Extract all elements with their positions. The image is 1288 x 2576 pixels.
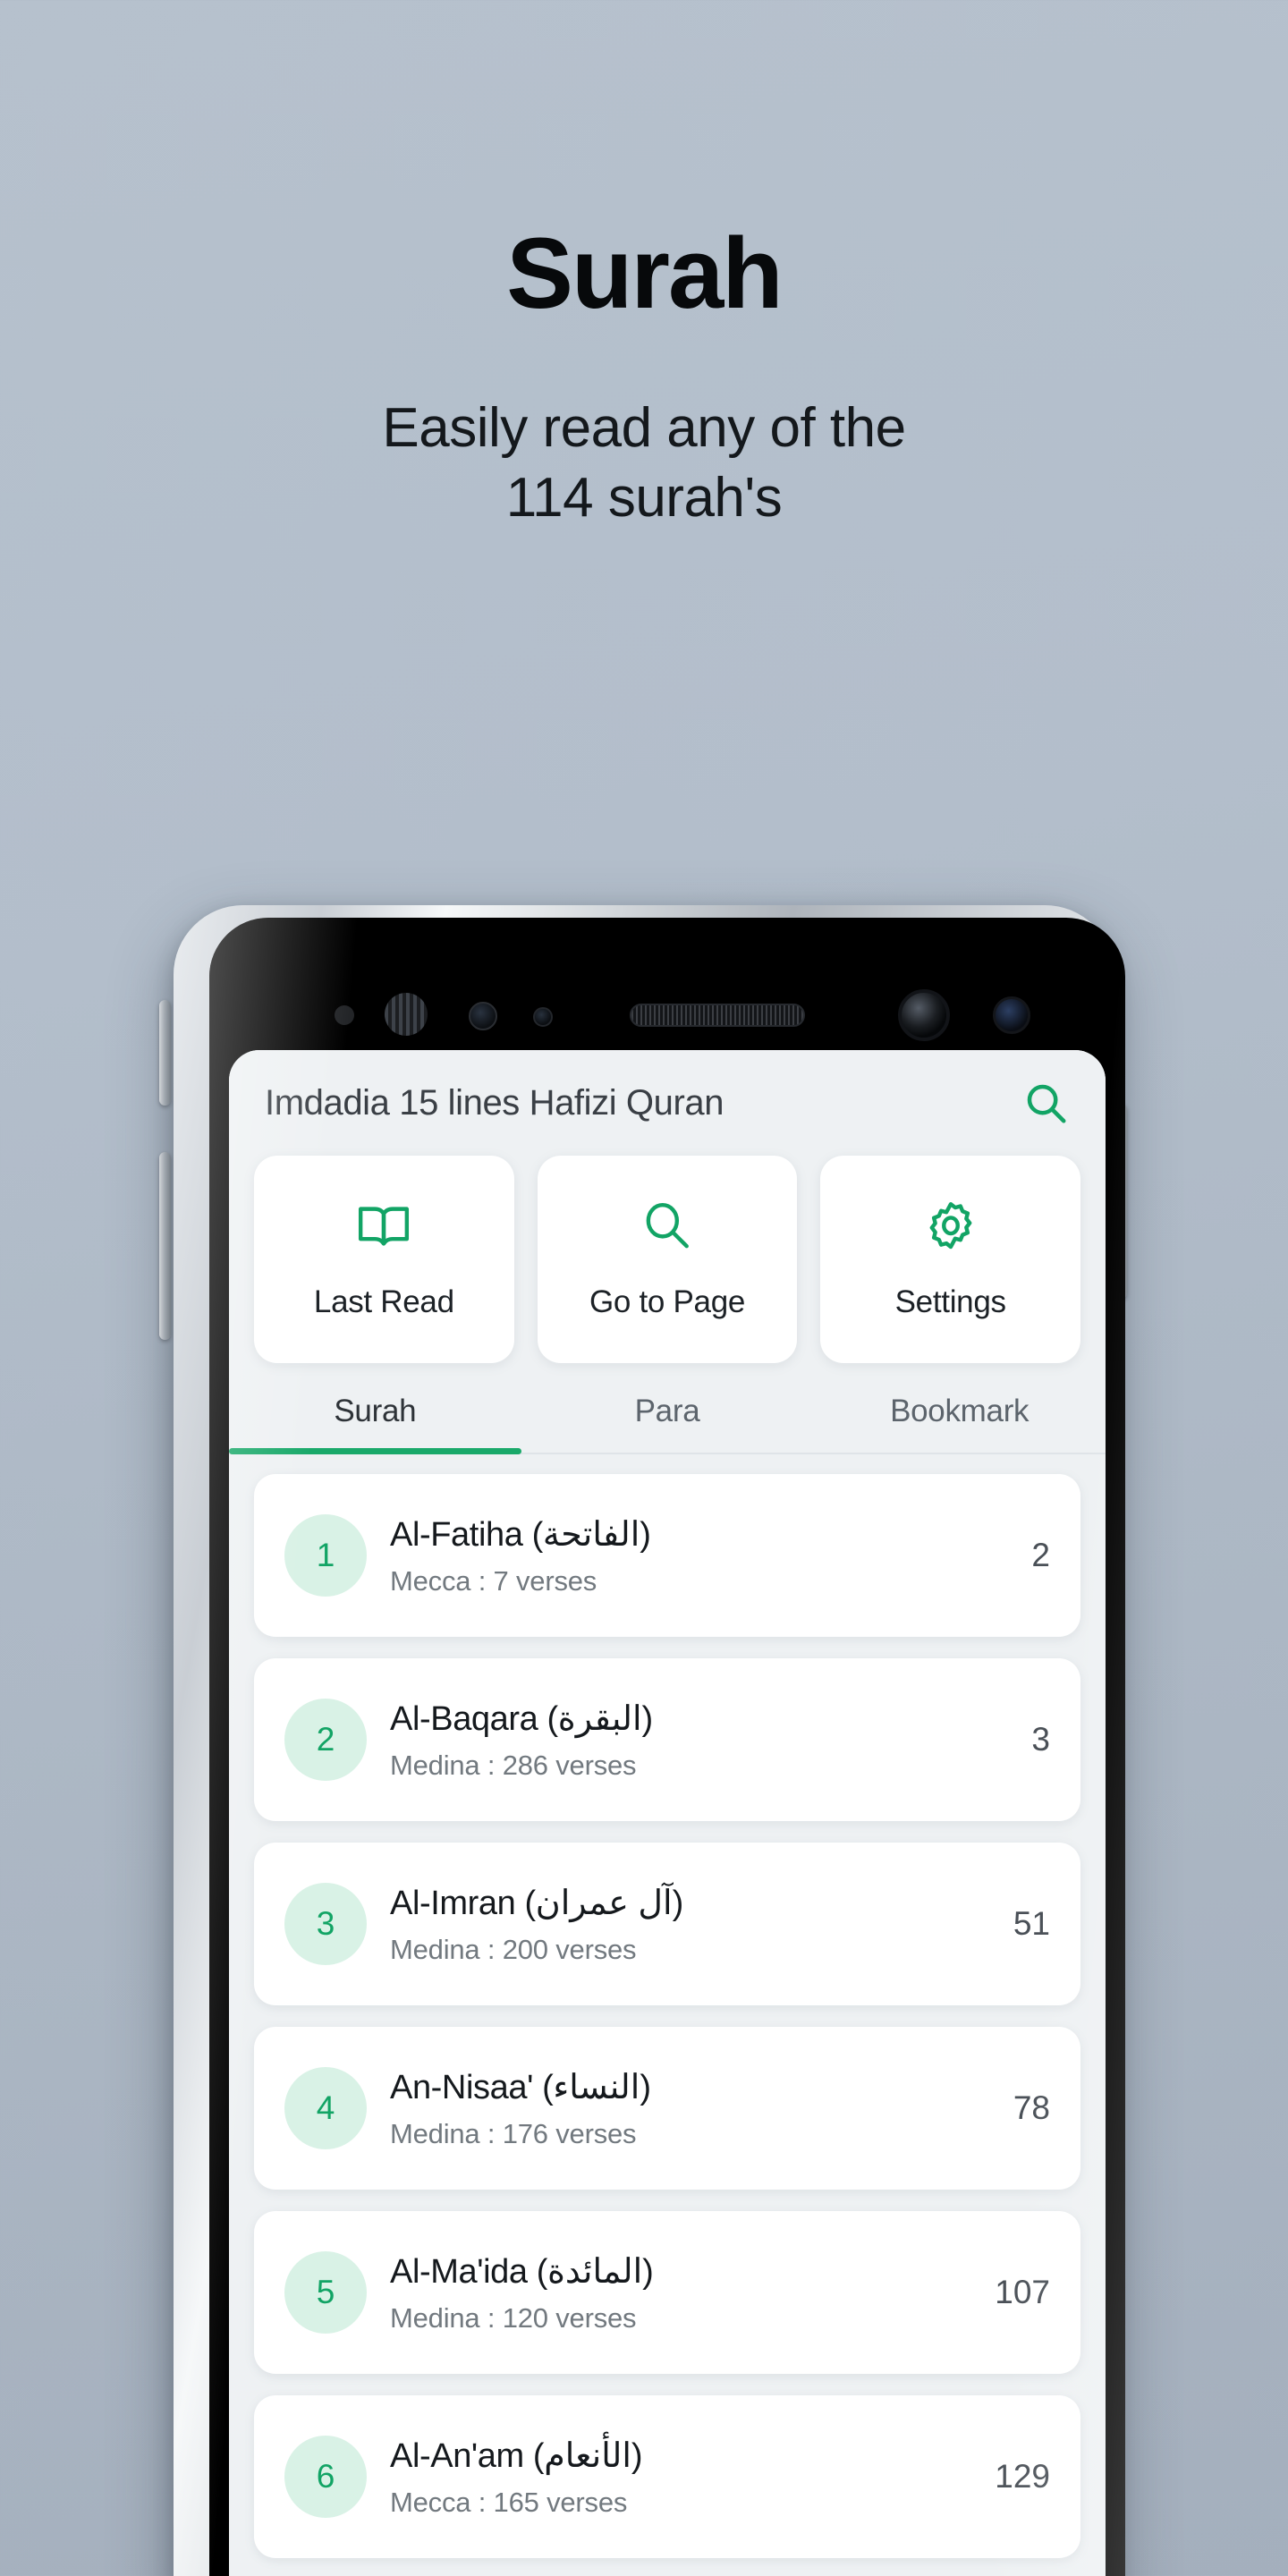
surah-meta: Medina : 200 verses <box>390 1933 637 1965</box>
gear-icon <box>923 1199 979 1254</box>
quick-action-label: Go to Page <box>589 1284 746 1319</box>
tab-para[interactable]: Para <box>521 1394 814 1453</box>
quick-action-last-read[interactable]: Last Read <box>254 1156 514 1363</box>
surah-text: Al-An'am (الأنعام) Mecca : 165 verses <box>390 2436 995 2519</box>
surah-name: Al-An'am (الأنعام) <box>390 2436 643 2475</box>
surah-meta: Medina : 176 verses <box>390 2117 637 2149</box>
surah-text: Al-Ma'ida (المائدة) Medina : 120 verses <box>390 2251 995 2334</box>
list-item[interactable]: 4 An-Nisaa' (النساء) Medina : 176 verses… <box>254 2027 1080 2190</box>
list-item[interactable]: 2 Al-Baqara (البقرة) Medina : 286 verses… <box>254 1658 1080 1821</box>
quick-action-label: Settings <box>894 1284 1006 1319</box>
book-open-icon <box>356 1199 411 1254</box>
surah-number-badge: 5 <box>284 2251 367 2334</box>
surah-page-number: 2 <box>1031 1537 1050 1573</box>
surah-meta: Mecca : 7 verses <box>390 1564 597 1597</box>
surah-meta: Mecca : 165 verses <box>390 2486 628 2518</box>
phone-glass: Imdadia 15 lines Hafizi Quran Last Read … <box>209 918 1125 2576</box>
iris-scanner-icon <box>385 993 428 1036</box>
quick-action-label: Last Read <box>313 1284 454 1319</box>
surah-number-badge: 3 <box>284 1883 367 1965</box>
search-icon[interactable] <box>1021 1079 1070 1127</box>
surah-name: Al-Imran (آل عمران) <box>390 1884 683 1922</box>
light-sensor <box>533 1007 553 1027</box>
app-screen: Imdadia 15 lines Hafizi Quran Last Read … <box>229 1050 1106 2576</box>
list-item[interactable]: 3 Al-Imran (آل عمران) Medina : 200 verse… <box>254 1843 1080 2005</box>
surah-page-number: 78 <box>1013 2089 1050 2126</box>
quick-actions: Last Read Go to Page Settings <box>229 1156 1106 1363</box>
promo-subtitle: Easily read any of the 114 surah's <box>0 394 1288 533</box>
secondary-camera <box>993 996 1030 1034</box>
front-sensor-cluster <box>209 987 1125 1041</box>
proximity-sensor <box>469 1002 497 1030</box>
surah-name: Al-Baqara (البقرة) <box>390 1699 653 1738</box>
surah-number-badge: 1 <box>284 1514 367 1597</box>
page-title: Surah <box>506 217 783 329</box>
surah-name: An-Nisaa' (النساء) <box>390 2068 651 2106</box>
surah-page-number: 129 <box>995 2458 1050 2495</box>
search-icon <box>640 1199 695 1254</box>
tab-bar: Surah Para Bookmark <box>229 1394 1106 1454</box>
surah-text: Al-Baqara (البقرة) Medina : 286 verses <box>390 1699 1031 1782</box>
surah-page-number: 51 <box>1013 1905 1050 1942</box>
surah-text: An-Nisaa' (النساء) Medina : 176 verses <box>390 2067 1013 2150</box>
surah-page-number: 107 <box>995 2274 1050 2310</box>
list-item[interactable]: 1 Al-Fatiha (الفاتحة) Mecca : 7 verses 2 <box>254 1474 1080 1637</box>
tab-bookmark[interactable]: Bookmark <box>813 1394 1106 1453</box>
ir-sensor <box>335 1005 354 1025</box>
surah-text: Al-Imran (آل عمران) Medina : 200 verses <box>390 1883 1013 1966</box>
phone-mockup: Imdadia 15 lines Hafizi Quran Last Read … <box>150 905 1136 2576</box>
list-item[interactable]: 6 Al-An'am (الأنعام) Mecca : 165 verses … <box>254 2395 1080 2558</box>
quick-action-settings[interactable]: Settings <box>820 1156 1081 1363</box>
surah-meta: Medina : 286 verses <box>390 1749 637 1781</box>
surah-meta: Medina : 120 verses <box>390 2301 637 2334</box>
surah-list: 1 Al-Fatiha (الفاتحة) Mecca : 7 verses 2… <box>229 1454 1106 2558</box>
phone-frame: Imdadia 15 lines Hafizi Quran Last Read … <box>174 905 1125 2576</box>
tab-surah[interactable]: Surah <box>229 1394 521 1454</box>
surah-number-badge: 6 <box>284 2436 367 2518</box>
promo-subtitle-line-2: 114 surah's <box>505 467 783 530</box>
surah-text: Al-Fatiha (الفاتحة) Mecca : 7 verses <box>390 1514 1031 1597</box>
surah-name: Al-Fatiha (الفاتحة) <box>390 1515 651 1554</box>
front-camera <box>898 989 950 1041</box>
volume-up-button[interactable] <box>159 1000 171 1106</box>
surah-name: Al-Ma'ida (المائدة) <box>390 2252 654 2291</box>
promo-header: Surah Easily read any of the 114 surah's <box>0 0 1288 533</box>
surah-number-badge: 4 <box>284 2067 367 2149</box>
volume-down-button[interactable] <box>159 1152 171 1340</box>
earpiece-speaker <box>630 1004 805 1027</box>
surah-page-number: 3 <box>1031 1721 1050 1758</box>
promo-subtitle-line-1: Easily read any of the <box>382 397 906 459</box>
list-item[interactable]: 5 Al-Ma'ida (المائدة) Medina : 120 verse… <box>254 2211 1080 2374</box>
app-bar: Imdadia 15 lines Hafizi Quran <box>229 1050 1106 1156</box>
quick-action-go-to-page[interactable]: Go to Page <box>537 1156 798 1363</box>
surah-number-badge: 2 <box>284 1699 367 1781</box>
app-bar-title: Imdadia 15 lines Hafizi Quran <box>265 1082 724 1123</box>
